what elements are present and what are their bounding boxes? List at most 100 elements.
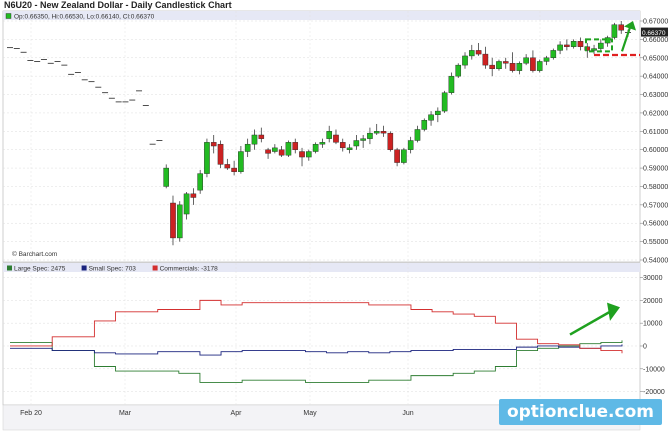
chart-title: N6U20 - New Zealand Dollar - Daily Candl… [0,0,670,10]
price-tick-label: 0.54000 [643,258,668,265]
candle-body [509,63,516,71]
price-tick-label: 0.59000 [643,166,668,173]
candle-body [448,75,455,93]
cot-legend-label: Large Spec: 2475 [14,266,66,273]
candle-body [353,140,360,147]
candle-body [170,202,176,239]
price-tick-label: 0.66000 [643,37,668,44]
candle-body [210,142,217,147]
candle-body [523,57,529,64]
candle-body [550,50,557,58]
cot-panel [2,262,641,406]
candle-body [543,57,550,62]
candle-body [421,120,428,130]
price-tick-label: 0.57000 [643,202,668,209]
candle-body [299,151,305,158]
candle-body [462,55,468,66]
price-tick-label: 0.61000 [643,129,668,136]
candle-body [428,114,434,121]
cot-legend-label: Commercials: -3178 [160,266,219,273]
price-tick-label: 0.56000 [643,221,668,228]
cot-tick-label: 10000 [643,321,663,328]
candle-body [244,143,251,152]
candle-body [251,134,258,145]
candle-body [278,149,285,156]
candle-body [530,57,536,71]
price-tick-label: 0.64000 [643,74,668,81]
candle-body [414,129,421,141]
price-tick-label: 0.65000 [643,55,668,62]
candle-body [258,134,265,139]
candle-body [176,204,183,239]
ohlc-legend-swatch [5,13,12,19]
cot-legend-swatch [81,265,87,271]
price-tick-label: 0.55000 [643,239,668,246]
price-tick-label: 0.63000 [643,92,668,99]
price-tick-label: 0.60000 [643,147,668,154]
last-price-label: 0.66370 [642,30,666,37]
ohlc-legend: Op:0.66350, Hi:0.66530, Lo:0.66140, Cl:0… [14,14,155,21]
candle-body [333,134,339,143]
cot-legend-label: Small Spec: 703 [89,266,137,273]
price-tick-label: 0.62000 [643,110,668,117]
candle-body [387,132,394,150]
candle-body [570,41,577,47]
watermark-logo: optionclue.com [498,399,662,425]
candle-body [197,173,203,191]
x-tick-label: May [303,410,317,417]
candle-body [489,64,495,70]
candle-body [163,167,169,187]
price-panel [2,10,641,263]
candle-body [598,42,604,49]
chart-svg: 0.67000 0.66000 0.65000 0.64000 0.63000 0.620… [2,10,668,431]
candle-body [618,24,625,31]
source-text: © Barchart.com [12,250,57,258]
candle-body [367,132,373,139]
chart-area: 0.67000 0.66000 0.65000 0.64000 0.63000 0.620… [0,0,670,431]
candle-body [611,24,618,38]
candle-body [564,44,570,47]
x-tick-label: Jun [402,410,413,417]
candle-body [469,50,475,57]
candle-body [312,143,319,152]
cot-legend-swatch [7,265,12,271]
x-tick-label: Apr [231,410,243,417]
cot-tick-label: 30000 [643,275,663,282]
candle-body [496,61,502,70]
cot-legend-swatch [152,265,158,271]
candle-body [224,164,231,169]
candle-body [373,131,380,134]
candle-body [319,142,326,145]
candle-body [407,140,414,150]
candle-body [475,50,482,55]
cot-tick-label: -20000 [643,389,665,396]
candle-body [326,131,332,139]
candle-body [183,193,190,215]
candle-body [394,149,400,163]
candle-body [306,151,312,158]
candle-body [339,142,346,149]
candle-body [190,193,197,198]
candle-body [380,131,387,134]
candle-body [536,61,543,71]
candle-body [292,142,299,150]
candle-body [204,142,210,174]
x-tick-label: Feb 20 [20,410,42,417]
candle-body [285,142,292,156]
price-tick-label: 0.67000 [643,19,668,26]
cot-tick-label: 0 [643,343,647,350]
candle-body [482,53,489,66]
price-tick-label: 0.58000 [643,184,668,191]
candle-body [577,41,584,47]
candle-body [441,92,448,112]
x-tick-label: Mar [119,410,132,417]
candle-body [265,149,271,154]
candle-body [516,63,523,71]
candle-body [238,151,244,172]
candle-body [502,61,509,64]
cot-tick-label: -10000 [643,366,665,373]
candle-body [435,110,441,115]
candle-body [346,147,353,150]
candle-body [360,138,366,141]
cot-tick-label: 20000 [643,298,663,305]
